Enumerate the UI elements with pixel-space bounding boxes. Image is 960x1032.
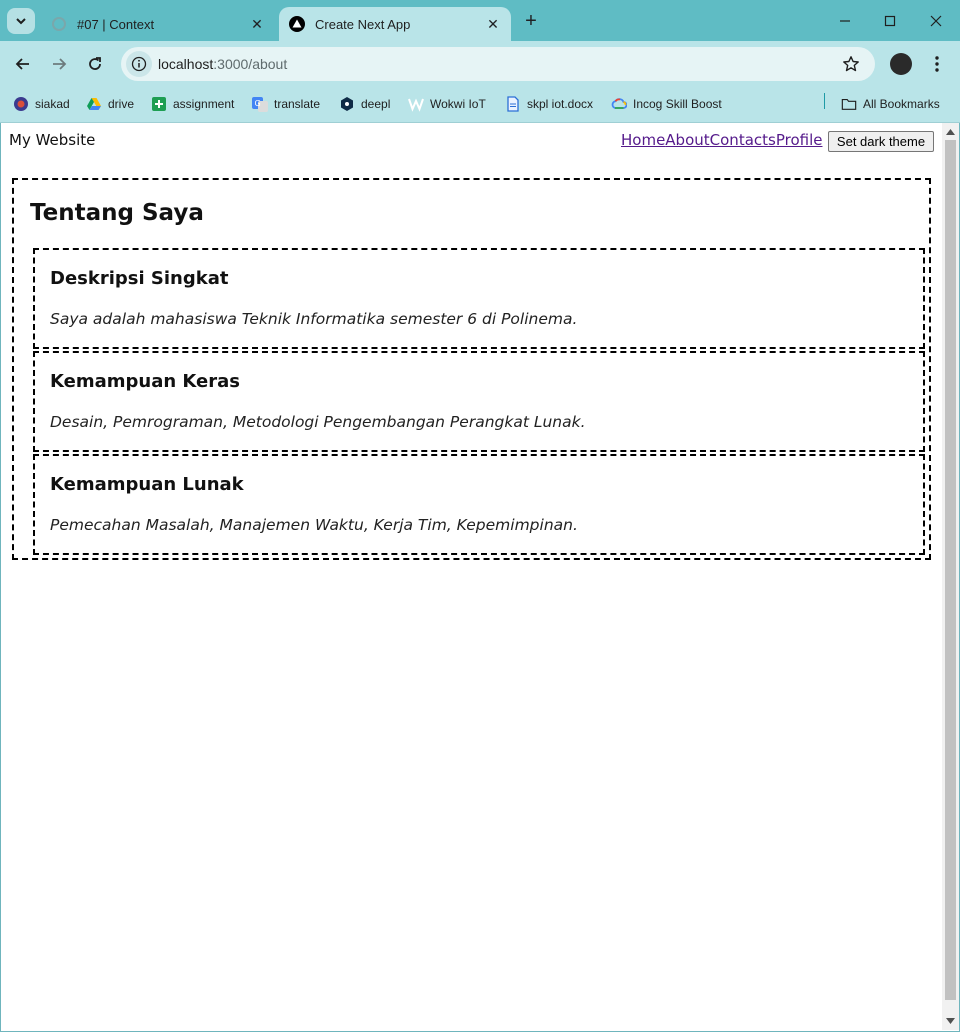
browser-toolbar: localhost:3000/about (0, 41, 960, 87)
about-container: Tentang Saya Deskripsi Singkat Saya adal… (12, 178, 931, 560)
bookmark-assignment[interactable]: assignment (151, 93, 234, 115)
nav-link-contacts[interactable]: Contacts (710, 131, 776, 149)
wokwi-icon (408, 96, 424, 112)
university-seal-icon (13, 96, 29, 112)
bookmark-deepl[interactable]: deepl (339, 93, 390, 115)
new-tab-plus-icon[interactable]: + (520, 10, 542, 32)
section-text: Pemecahan Masalah, Manajemen Waktu, Kerj… (50, 516, 578, 534)
section-heading: Kemampuan Keras (50, 371, 241, 392)
reload-icon[interactable] (81, 50, 109, 78)
forward-arrow-icon[interactable] (45, 50, 73, 78)
nextjs-triangle-icon (289, 16, 305, 32)
section-short-description: Deskripsi Singkat Saya adalah mahasiswa … (33, 248, 925, 349)
nav-link-home[interactable]: Home (621, 131, 665, 149)
kebab-menu-icon[interactable] (926, 52, 948, 76)
deepl-icon (339, 96, 355, 112)
page-viewport: My Website Home About Contacts Profile S… (1, 123, 942, 1030)
site-info-icon[interactable] (126, 51, 152, 77)
tab-title: #07 | Context (77, 16, 155, 32)
loading-globe-icon (51, 16, 67, 32)
bookmark-siakad[interactable]: siakad (13, 93, 70, 115)
bookmark-star-icon[interactable] (841, 54, 861, 74)
google-sheets-icon (151, 96, 167, 112)
folder-icon (841, 96, 857, 112)
bookmark-incog[interactable]: Incog Skill Boost (611, 93, 722, 115)
bookmark-label: All Bookmarks (863, 97, 940, 111)
svg-text:G: G (255, 99, 261, 108)
maximize-icon[interactable] (867, 6, 913, 36)
bookmark-translate[interactable]: G translate (252, 93, 320, 115)
bookmark-label: skpl iot.docx (527, 97, 594, 111)
minimize-icon[interactable] (822, 6, 868, 36)
scroll-thumb[interactable] (945, 140, 956, 1000)
all-bookmarks-button[interactable]: All Bookmarks (841, 93, 940, 115)
section-text: Saya adalah mahasiswa Teknik Informatika… (50, 310, 578, 328)
nav-link-about[interactable]: About (665, 131, 709, 149)
bookmarks-divider (824, 93, 825, 109)
scroll-up-arrow-icon[interactable] (946, 127, 955, 136)
url-text: localhost:3000/about (158, 56, 287, 72)
url-host: localhost (158, 56, 214, 72)
bookmark-skpl[interactable]: skpl iot.docx (505, 93, 593, 115)
section-text: Desain, Pemrograman, Metodologi Pengemba… (50, 413, 586, 431)
bookmark-wokwi[interactable]: Wokwi IoT (408, 93, 486, 115)
bookmark-label: siakad (35, 97, 70, 111)
document-icon (505, 96, 521, 112)
tab-strip: #07 | Context ✕ Create Next App ✕ + (0, 0, 960, 41)
section-soft-skills: Kemampuan Lunak Pemecahan Masalah, Manaj… (33, 454, 925, 555)
bookmark-label: assignment (173, 97, 235, 111)
set-dark-theme-button[interactable]: Set dark theme (828, 131, 934, 152)
page-title: Tentang Saya (30, 200, 204, 226)
scroll-down-arrow-icon[interactable] (946, 1016, 955, 1025)
tab-context[interactable]: #07 | Context ✕ (41, 7, 275, 41)
tab-title: Create Next App (315, 16, 411, 32)
nav-link-profile[interactable]: Profile (776, 131, 823, 149)
window-close-icon[interactable] (913, 6, 959, 36)
tab-create-next-app[interactable]: Create Next App ✕ (279, 7, 511, 41)
section-heading: Deskripsi Singkat (50, 268, 229, 289)
bookmark-drive[interactable]: drive (86, 93, 134, 115)
profile-avatar[interactable] (890, 53, 912, 75)
close-icon[interactable]: ✕ (247, 14, 267, 34)
bookmark-label: Wokwi IoT (430, 97, 486, 111)
tab-search-button[interactable] (7, 8, 35, 34)
bookmark-label: deepl (361, 97, 391, 111)
address-bar[interactable]: localhost:3000/about (121, 47, 875, 81)
google-cloud-icon (611, 96, 627, 112)
close-icon[interactable]: ✕ (483, 14, 503, 34)
main-nav: Home About Contacts Profile (621, 131, 822, 149)
bookmark-label: Incog Skill Boost (633, 97, 722, 111)
chevron-down-icon (16, 18, 26, 25)
bookmarks-bar: siakad drive assignment G translate deep… (0, 87, 960, 123)
vertical-scrollbar[interactable] (942, 123, 959, 1030)
section-hard-skills: Kemampuan Keras Desain, Pemrograman, Met… (33, 351, 925, 452)
bookmark-label: translate (274, 97, 321, 111)
bookmark-label: drive (108, 97, 135, 111)
site-title: My Website (9, 131, 96, 149)
google-translate-icon: G (252, 96, 268, 112)
section-heading: Kemampuan Lunak (50, 474, 244, 495)
google-drive-icon (86, 96, 102, 112)
url-path: :3000/about (213, 56, 288, 72)
back-arrow-icon[interactable] (9, 50, 37, 78)
